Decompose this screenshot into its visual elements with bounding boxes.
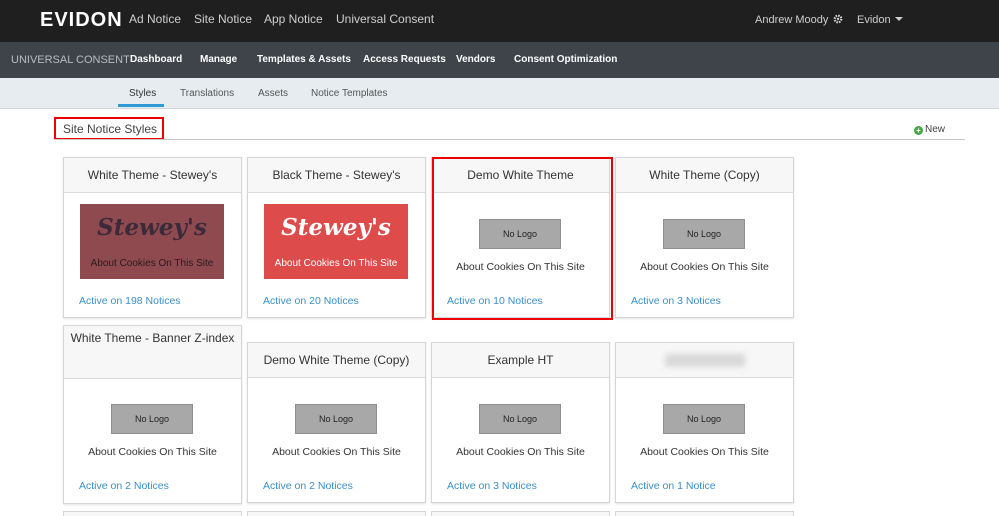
subnav-vendors[interactable]: Vendors bbox=[456, 54, 495, 65]
user-menu[interactable]: Andrew Moody bbox=[755, 14, 843, 26]
evidon-logo[interactable]: EVIDON bbox=[40, 9, 123, 32]
nav-universal-consent[interactable]: Universal Consent bbox=[336, 12, 434, 26]
caret-down-icon bbox=[894, 17, 903, 21]
no-logo-placeholder: No Logo bbox=[663, 219, 745, 249]
preview-about-text: About Cookies On This Site bbox=[274, 258, 398, 269]
no-logo-placeholder: No Logo bbox=[663, 404, 745, 434]
subnav-dashboard[interactable]: Dashboard bbox=[130, 54, 182, 65]
style-preview: Stewey's About Cookies On This Site bbox=[264, 204, 408, 279]
new-style-button[interactable]: + New bbox=[914, 124, 945, 135]
style-card-partial[interactable] bbox=[63, 511, 242, 516]
top-bar: EVIDON Ad Notice Site Notice App Notice … bbox=[0, 0, 999, 42]
preview-about-text: About Cookies On This Site bbox=[90, 258, 214, 269]
style-card[interactable]: Black Theme - Stewey's Stewey's About Co… bbox=[247, 157, 426, 318]
subnav-templates-assets[interactable]: Templates & Assets bbox=[257, 54, 351, 65]
active-notices-link[interactable]: Active on 2 Notices bbox=[79, 480, 169, 492]
no-logo-placeholder: No Logo bbox=[479, 404, 561, 434]
preview-about-text: About Cookies On This Site bbox=[272, 446, 401, 458]
active-tab-indicator bbox=[118, 104, 164, 107]
preview-about-text: About Cookies On This Site bbox=[640, 446, 769, 458]
gear-icon bbox=[834, 14, 843, 24]
tab-styles[interactable]: Styles bbox=[129, 88, 156, 99]
tab-bar: Styles Translations Assets Notice Templa… bbox=[0, 78, 999, 109]
nav-site-notice[interactable]: Site Notice bbox=[194, 12, 252, 26]
style-card-partial[interactable] bbox=[431, 511, 610, 516]
preview-about-text: About Cookies On This Site bbox=[88, 446, 217, 458]
page-title: Site Notice Styles bbox=[54, 117, 164, 140]
active-notices-link[interactable]: Active on 3 Notices bbox=[447, 480, 537, 492]
tab-translations[interactable]: Translations bbox=[180, 88, 234, 99]
nav-app-notice[interactable]: App Notice bbox=[264, 12, 323, 26]
subnav-access-requests[interactable]: Access Requests bbox=[363, 54, 446, 65]
style-card-partial[interactable] bbox=[615, 511, 794, 516]
style-card[interactable]: No Logo About Cookies On This Site Activ… bbox=[615, 342, 794, 503]
active-notices-link[interactable]: Active on 20 Notices bbox=[263, 295, 359, 307]
style-card[interactable]: White Theme (Copy) No Logo About Cookies… bbox=[615, 157, 794, 318]
org-name: Evidon bbox=[857, 14, 891, 26]
card-title: Example HT bbox=[432, 343, 609, 378]
org-menu[interactable]: Evidon bbox=[857, 14, 903, 26]
plus-circle-icon: + bbox=[914, 126, 923, 135]
card-title: White Theme - Stewey's bbox=[64, 158, 241, 193]
section-divider bbox=[54, 139, 965, 140]
user-name: Andrew Moody bbox=[755, 14, 829, 26]
tab-assets[interactable]: Assets bbox=[258, 88, 288, 99]
card-title: Black Theme - Stewey's bbox=[248, 158, 425, 193]
active-notices-link[interactable]: Active on 198 Notices bbox=[79, 295, 181, 307]
style-card-partial[interactable] bbox=[247, 511, 426, 516]
style-card[interactable]: White Theme - Stewey's Stewey's About Co… bbox=[63, 157, 242, 318]
preview-about-text: About Cookies On This Site bbox=[640, 261, 769, 273]
style-preview: Stewey's About Cookies On This Site bbox=[80, 204, 224, 279]
no-logo-placeholder: No Logo bbox=[295, 404, 377, 434]
new-button-label: New bbox=[925, 124, 946, 135]
style-card[interactable]: Demo White Theme (Copy) No Logo About Co… bbox=[247, 342, 426, 503]
preview-about-text: About Cookies On This Site bbox=[456, 446, 585, 458]
card-title: White Theme (Copy) bbox=[616, 158, 793, 193]
brand-wordmark: Stewey's bbox=[281, 214, 391, 241]
product-bar: UNIVERSAL CONSENT Dashboard Manage Templ… bbox=[0, 42, 999, 78]
active-notices-link[interactable]: Active on 1 Notice bbox=[631, 480, 716, 492]
tab-notice-templates[interactable]: Notice Templates bbox=[311, 88, 388, 99]
style-card[interactable]: Example HT No Logo About Cookies On This… bbox=[431, 342, 610, 503]
card-title-redacted bbox=[616, 343, 793, 378]
subnav-consent-optimization[interactable]: Consent Optimization bbox=[514, 54, 617, 65]
card-title: Demo White Theme (Copy) bbox=[248, 343, 425, 378]
nav-ad-notice[interactable]: Ad Notice bbox=[129, 12, 181, 26]
subnav-manage[interactable]: Manage bbox=[200, 54, 237, 65]
no-logo-placeholder: No Logo bbox=[111, 404, 193, 434]
product-label: UNIVERSAL CONSENT bbox=[11, 54, 130, 66]
highlight-box bbox=[432, 157, 613, 320]
active-notices-link[interactable]: Active on 3 Notices bbox=[631, 295, 721, 307]
brand-wordmark: Stewey's bbox=[97, 214, 207, 241]
active-notices-link[interactable]: Active on 2 Notices bbox=[263, 480, 353, 492]
card-title: White Theme - Banner Z-index bbox=[64, 326, 241, 379]
style-card[interactable]: White Theme - Banner Z-index No Logo Abo… bbox=[63, 325, 242, 504]
logo-text: EVIDON bbox=[40, 9, 123, 31]
redacted-title bbox=[664, 354, 745, 367]
